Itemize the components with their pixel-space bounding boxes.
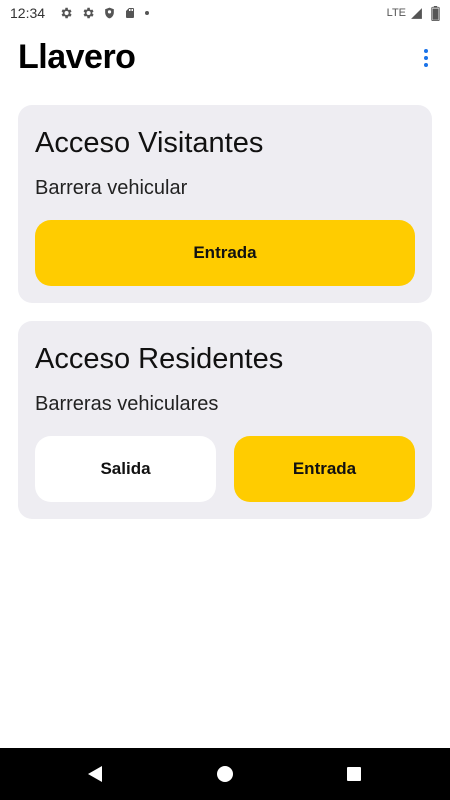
app-bar: Llavero xyxy=(0,36,450,84)
status-left: 12:34 xyxy=(10,5,150,21)
menu-dot xyxy=(424,56,428,60)
card-subtitle: Barrera vehicular xyxy=(35,177,188,199)
navigation-bar xyxy=(0,748,450,800)
settings-icon xyxy=(59,6,73,20)
sd-card-icon xyxy=(124,6,136,20)
more-vert-icon[interactable] xyxy=(418,46,434,70)
signal-icon xyxy=(410,7,423,20)
card-acceso-visitantes: Acceso Visitantes Barrera vehicular Entr… xyxy=(18,105,432,303)
menu-dot xyxy=(424,49,428,53)
status-time: 12:34 xyxy=(10,5,46,21)
recents-icon[interactable] xyxy=(342,762,366,786)
app-title: Llavero xyxy=(18,38,136,76)
card-title: Acceso Residentes xyxy=(35,343,284,375)
back-icon[interactable] xyxy=(83,762,107,786)
shield-icon xyxy=(103,6,116,20)
notification-dot-icon xyxy=(144,10,150,16)
card-subtitle: Barreras vehiculares xyxy=(35,393,219,415)
network-label: LTE xyxy=(386,7,406,19)
settings-icon xyxy=(81,6,95,20)
entrada-residentes-button[interactable]: Entrada xyxy=(234,436,415,502)
status-bar: 12:34 LTE xyxy=(0,0,450,26)
card-title: Acceso Visitantes xyxy=(35,127,264,159)
home-icon[interactable] xyxy=(213,762,237,786)
menu-dot xyxy=(424,63,428,67)
card-acceso-residentes: Acceso Residentes Barreras vehiculares S… xyxy=(18,321,432,519)
salida-residentes-button[interactable]: Salida xyxy=(35,436,216,502)
entrada-visitantes-button[interactable]: Entrada xyxy=(35,220,415,286)
battery-icon xyxy=(431,5,440,21)
screen: 12:34 LTE Llavero Acceso Visitantes Barr… xyxy=(0,0,450,800)
status-right: LTE xyxy=(386,5,440,21)
